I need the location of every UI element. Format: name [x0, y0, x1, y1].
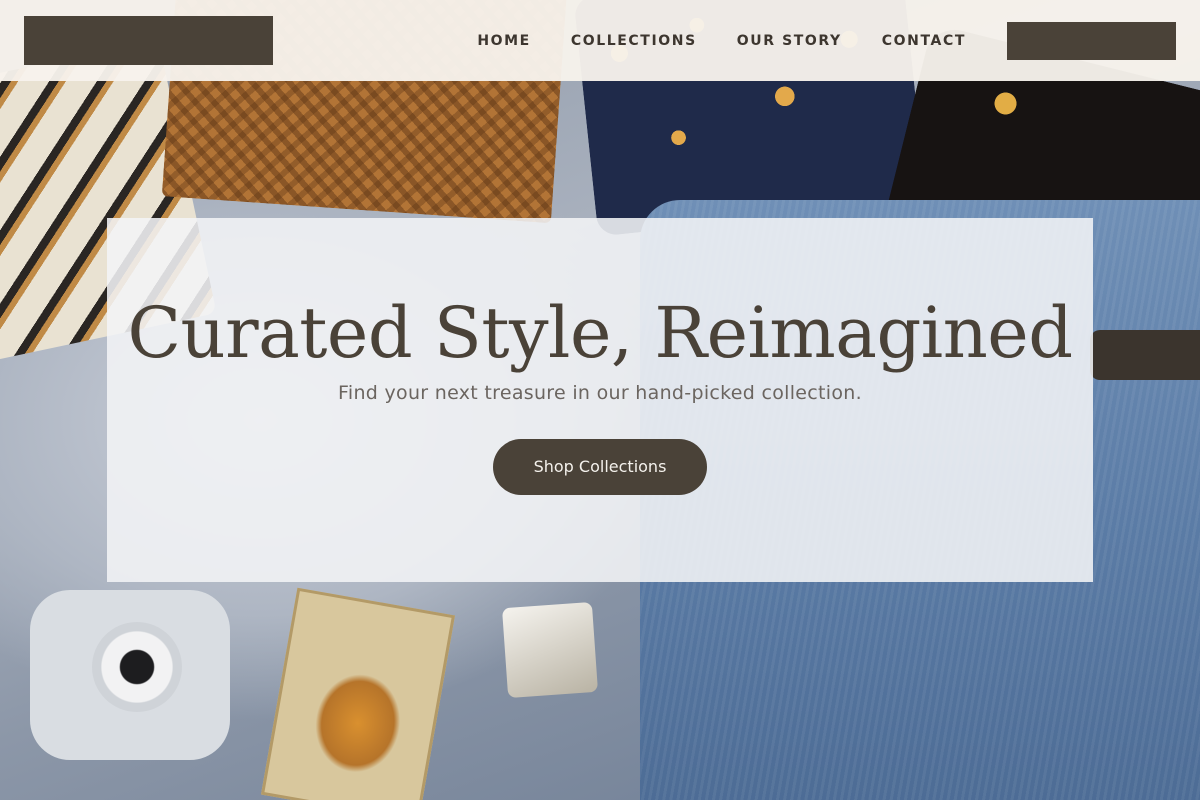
header-cta-button[interactable]: [1007, 21, 1176, 60]
belt-image: [1090, 330, 1200, 380]
hero-subtitle: Find your next treasure in our hand-pick…: [338, 382, 862, 405]
perfume-bottle-image: [501, 601, 599, 699]
shop-collections-button[interactable]: Shop Collections: [493, 439, 707, 496]
hero-title: Curated Style, Reimagined: [127, 292, 1073, 374]
nav-our-story-link[interactable]: OUR STORY: [737, 33, 842, 49]
hero-card: Curated Style, Reimagined Find your next…: [107, 218, 1093, 582]
nav-contact-link[interactable]: CONTACT: [882, 33, 966, 49]
nav-collections-link[interactable]: COLLECTIONS: [571, 33, 697, 49]
camera-lens-image: [92, 622, 182, 712]
site-header: HOME COLLECTIONS OUR STORY CONTACT: [0, 0, 1200, 81]
book-image: [260, 587, 456, 800]
logo[interactable]: [24, 16, 273, 65]
main-nav: HOME COLLECTIONS OUR STORY CONTACT: [477, 33, 966, 49]
nav-home-link[interactable]: HOME: [477, 33, 531, 49]
